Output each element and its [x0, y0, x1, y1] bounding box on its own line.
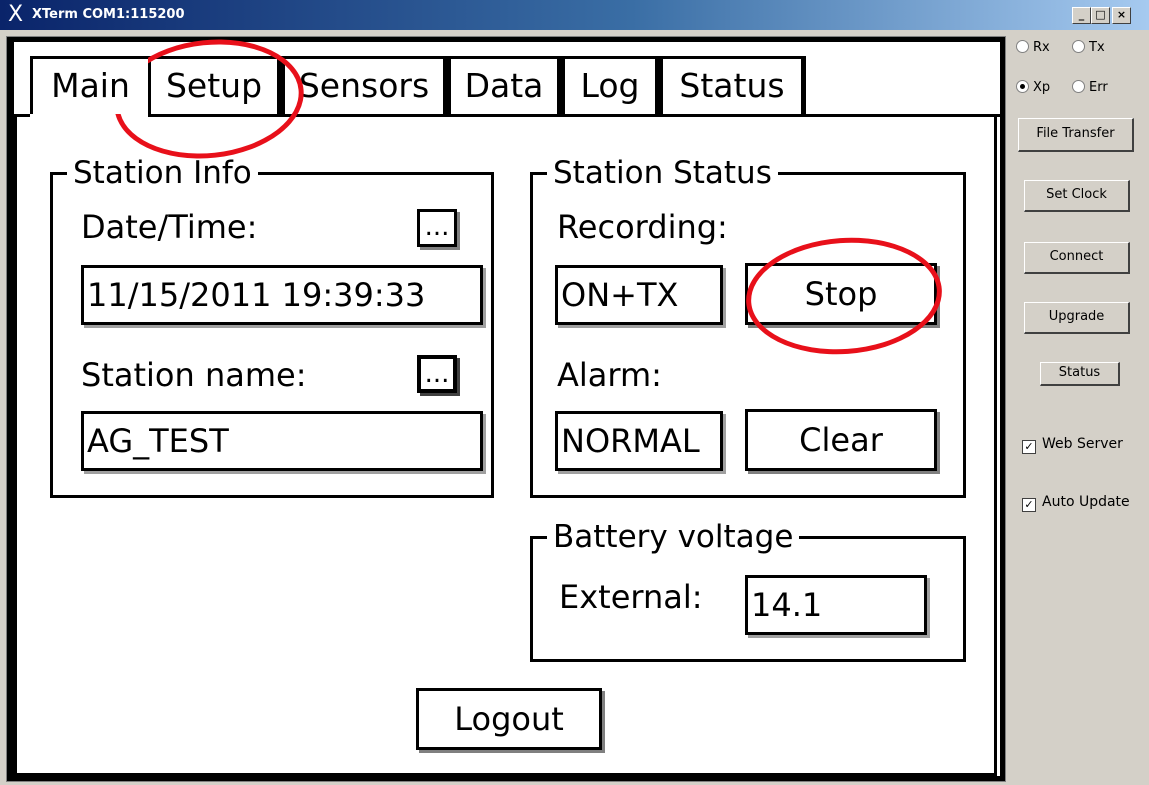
auto-update-label: Auto Update — [1042, 494, 1130, 510]
radio-circle-icon — [1016, 40, 1029, 53]
radio-rx[interactable]: Rx — [1016, 40, 1050, 55]
clear-button[interactable]: Clear — [745, 409, 937, 471]
station-name-label: Station name: — [81, 356, 307, 394]
radio-rx-label: Rx — [1033, 40, 1050, 55]
window-title: XTerm COM1:115200 — [32, 7, 185, 22]
checkbox-checked-icon: ✓ — [1022, 440, 1036, 454]
stop-button[interactable]: Stop — [745, 263, 937, 325]
tab-log[interactable]: Log — [562, 56, 660, 114]
recording-field: ON+TX — [555, 265, 723, 325]
xterm-icon: X — [8, 2, 24, 27]
connect-button[interactable]: Connect — [1024, 242, 1130, 274]
logout-button[interactable]: Logout — [416, 688, 602, 750]
radio-tx-label: Tx — [1089, 40, 1105, 55]
datetime-label: Date/Time: — [81, 208, 258, 246]
radio-tx[interactable]: Tx — [1072, 40, 1105, 55]
alarm-label: Alarm: — [557, 356, 662, 394]
terminal-screen: Main Setup Sensors Data Log Status Stati… — [14, 30, 1000, 776]
alarm-field: NORMAL — [555, 411, 723, 471]
station-info-legend: Station Info — [67, 153, 258, 193]
station-name-field[interactable]: AG_TEST — [81, 411, 483, 471]
datetime-field[interactable]: 11/15/2011 19:39:33 — [81, 265, 483, 325]
battery-voltage-group: Battery voltage External: 14.1 — [530, 517, 966, 662]
station-name-edit-button[interactable]: ... — [417, 355, 457, 393]
tab-data[interactable]: Data — [448, 56, 562, 114]
radio-err[interactable]: Err — [1072, 80, 1108, 95]
minimize-button[interactable]: _ — [1072, 7, 1091, 24]
radio-selected-icon — [1016, 80, 1029, 93]
window-title-bar[interactable]: X XTerm COM1:115200 _ □ × — [0, 0, 1149, 30]
radio-circle-icon — [1072, 80, 1085, 93]
tab-main[interactable]: Main — [30, 56, 148, 114]
maximize-button[interactable]: □ — [1091, 7, 1110, 24]
upgrade-button[interactable]: Upgrade — [1024, 302, 1130, 334]
datetime-edit-button[interactable]: ... — [417, 209, 457, 247]
station-status-legend: Station Status — [547, 153, 778, 193]
station-status-group: Station Status Recording: ON+TX Stop Ala… — [530, 153, 966, 498]
set-clock-button[interactable]: Set Clock — [1024, 180, 1130, 212]
radio-err-label: Err — [1089, 80, 1108, 95]
file-transfer-button[interactable]: File Transfer — [1018, 118, 1134, 152]
external-label: External: — [559, 578, 703, 616]
battery-voltage-legend: Battery voltage — [547, 517, 800, 557]
radio-xp-label: Xp — [1033, 80, 1051, 95]
tab-sensors[interactable]: Sensors — [282, 56, 448, 114]
auto-update-checkbox[interactable]: ✓ Auto Update — [1022, 494, 1130, 512]
status-button[interactable]: Status — [1040, 362, 1120, 386]
recording-label: Recording: — [557, 208, 728, 246]
tab-status[interactable]: Status — [660, 56, 806, 114]
web-server-checkbox[interactable]: ✓ Web Server — [1022, 436, 1123, 454]
station-info-group: Station Info Date/Time: ... 11/15/2011 1… — [50, 153, 494, 498]
close-button[interactable]: × — [1112, 7, 1131, 24]
checkbox-checked-icon: ✓ — [1022, 498, 1036, 512]
tab-setup[interactable]: Setup — [148, 56, 282, 114]
web-server-label: Web Server — [1042, 436, 1123, 452]
radio-circle-icon — [1072, 40, 1085, 53]
external-voltage-field: 14.1 — [745, 575, 927, 635]
radio-xp[interactable]: Xp — [1016, 80, 1050, 95]
